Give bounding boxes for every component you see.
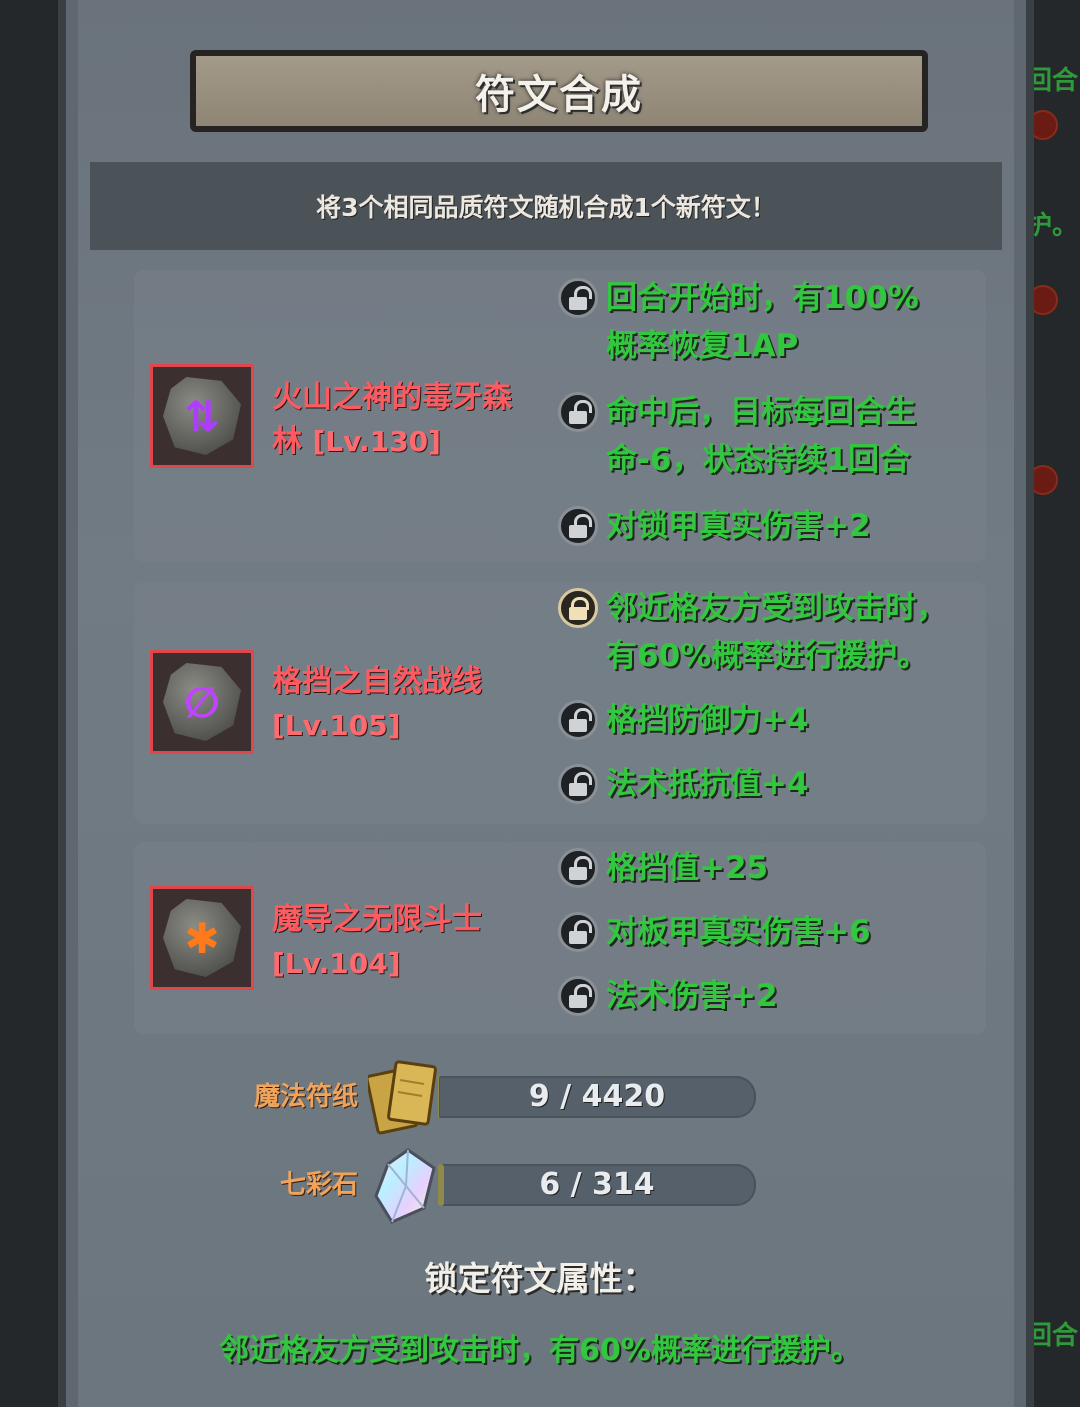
rune-attribute-text: 法术抵抗值+4 bbox=[606, 760, 809, 808]
attribute-line: 回合开始时，有100% bbox=[606, 280, 919, 316]
attribute-line: 概率恢复1AP bbox=[606, 328, 799, 364]
attribute-line: 有60%概率进行援护。 bbox=[606, 638, 929, 674]
rune-card-2[interactable]: ∅ 格挡之自然战线 [Lv.105] 邻近格友方受到攻击时， 有60%概率进行援… bbox=[134, 582, 986, 824]
rune-attribute-text: 格挡防御力+4 bbox=[606, 696, 809, 744]
attribute-line: 法术伤害+2 bbox=[606, 978, 778, 1014]
attribute-line: 格挡值+25 bbox=[606, 850, 769, 886]
resource-progress-bar: 6 / 314 bbox=[438, 1164, 756, 1206]
rainbow-crystal-icon bbox=[374, 1148, 436, 1224]
unlocked-lock-icon[interactable] bbox=[558, 912, 598, 952]
rune-card-1[interactable]: ⇅ 火山之神的毒牙森林 [Lv.130] 回合开始时，有100% 概率恢复1AP… bbox=[134, 270, 986, 562]
rune-name-text: 格挡之自然战线 bbox=[272, 664, 482, 699]
rune-attribute-row[interactable]: 邻近格友方受到攻击时， 有60%概率进行援护。 bbox=[558, 584, 978, 680]
rune-attribute-text: 对板甲真实伤害+6 bbox=[606, 908, 871, 956]
rune-icon-frame[interactable]: ✱ bbox=[150, 886, 254, 990]
background-left bbox=[0, 0, 60, 1407]
rune-card-3[interactable]: ✱ 魔导之无限斗士 [Lv.104] 格挡值+25 对板甲真实伤害+6 法术伤害… bbox=[134, 842, 986, 1034]
rune-name: 格挡之自然战线 [Lv.105] bbox=[272, 660, 532, 748]
attribute-line: 命中后，目标每回合生 bbox=[606, 394, 916, 430]
rune-attribute-row[interactable]: 格挡防御力+4 bbox=[558, 696, 978, 744]
rune-attribute-row[interactable]: 对锁甲真实伤害+2 bbox=[558, 502, 978, 550]
attribute-line: 格挡防御力+4 bbox=[606, 702, 809, 738]
unlocked-lock-icon[interactable] bbox=[558, 848, 598, 888]
rune-attribute-row[interactable]: 回合开始时，有100% 概率恢复1AP bbox=[558, 274, 978, 370]
rune-name: 火山之神的毒牙森林 [Lv.130] bbox=[272, 376, 532, 464]
unlocked-lock-icon[interactable] bbox=[558, 506, 598, 546]
rune-attribute-row[interactable]: 对板甲真实伤害+6 bbox=[558, 908, 978, 956]
rune-icon-frame[interactable]: ∅ bbox=[150, 650, 254, 754]
rune-name: 魔导之无限斗士 [Lv.104] bbox=[272, 898, 532, 986]
attribute-line: 法术抵抗值+4 bbox=[606, 766, 809, 802]
attribute-line: 对锁甲真实伤害+2 bbox=[606, 508, 871, 544]
attribute-line: 邻近格友方受到攻击时， bbox=[606, 590, 947, 626]
rune-synthesis-panel: 符文合成 将3个相同品质符文随机合成1个新符文！ ⇅ 火山之神的毒牙森林 [Lv… bbox=[58, 0, 1034, 1407]
locked-attribute-text: 邻近格友方受到攻击时，有60%概率进行援护。 bbox=[219, 1333, 861, 1368]
rune-attribute-row[interactable]: 格挡值+25 bbox=[558, 844, 978, 892]
resource-value: 6 / 314 bbox=[539, 1167, 655, 1202]
rune-attribute-text: 法术伤害+2 bbox=[606, 972, 778, 1020]
subtitle-bar: 将3个相同品质符文随机合成1个新符文！ bbox=[90, 162, 1002, 250]
rune-level: [Lv.104] bbox=[272, 947, 401, 980]
rune-level: [Lv.105] bbox=[272, 709, 401, 742]
paper-cards-icon bbox=[368, 1060, 437, 1135]
resource-label: 魔法符纸 bbox=[253, 1082, 358, 1112]
rune-attribute-text: 命中后，目标每回合生 命-6，状态持续1回合 bbox=[606, 388, 916, 484]
panel-inner: 符文合成 将3个相同品质符文随机合成1个新符文！ ⇅ 火山之神的毒牙森林 [Lv… bbox=[78, 0, 1014, 1407]
rune-attribute-row[interactable]: 法术伤害+2 bbox=[558, 972, 978, 1020]
locked-lock-icon[interactable] bbox=[558, 588, 598, 628]
rune-attribute-row[interactable]: 命中后，目标每回合生 命-6，状态持续1回合 bbox=[558, 388, 978, 484]
rune-name-text: 魔导之无限斗士 bbox=[272, 902, 482, 937]
unlocked-lock-icon[interactable] bbox=[558, 976, 598, 1016]
rune-attribute-text: 邻近格友方受到攻击时， 有60%概率进行援护。 bbox=[606, 584, 947, 680]
rune-level: [Lv.130] bbox=[312, 425, 441, 458]
rune-attribute-row[interactable]: 法术抵抗值+4 bbox=[558, 760, 978, 808]
rune-attribute-text: 回合开始时，有100% 概率恢复1AP bbox=[606, 274, 919, 370]
rune-attribute-text: 对锁甲真实伤害+2 bbox=[606, 502, 871, 550]
attribute-line: 命-6，状态持续1回合 bbox=[606, 442, 911, 478]
unlocked-lock-icon[interactable] bbox=[558, 700, 598, 740]
unlocked-lock-icon[interactable] bbox=[558, 764, 598, 804]
rune-icon-frame[interactable]: ⇅ bbox=[150, 364, 254, 468]
unlocked-lock-icon[interactable] bbox=[558, 278, 598, 318]
rune-glyph-icon: ⇅ bbox=[184, 391, 220, 441]
subtitle-text: 将3个相同品质符文随机合成1个新符文！ bbox=[316, 193, 776, 222]
page-title: 符文合成 bbox=[475, 72, 643, 118]
rune-glyph-icon: ✱ bbox=[184, 913, 220, 963]
resource-label: 七彩石 bbox=[279, 1170, 358, 1200]
resource-row-magic-paper: 魔法符纸 9 / 4420 bbox=[248, 1060, 808, 1135]
unlocked-lock-icon[interactable] bbox=[558, 392, 598, 432]
title-plate: 符文合成 bbox=[190, 50, 928, 132]
resource-row-rainbow-stone: 七彩石 6 / 314 bbox=[248, 1148, 808, 1224]
rune-glyph-icon: ∅ bbox=[184, 677, 220, 727]
locked-attribute-title: 锁定符文属性： bbox=[424, 1259, 656, 1298]
resource-value: 9 / 4420 bbox=[528, 1079, 666, 1114]
attribute-line: 对板甲真实伤害+6 bbox=[606, 914, 871, 950]
resource-progress-bar: 9 / 4420 bbox=[438, 1076, 756, 1118]
rune-attribute-text: 格挡值+25 bbox=[606, 844, 768, 892]
